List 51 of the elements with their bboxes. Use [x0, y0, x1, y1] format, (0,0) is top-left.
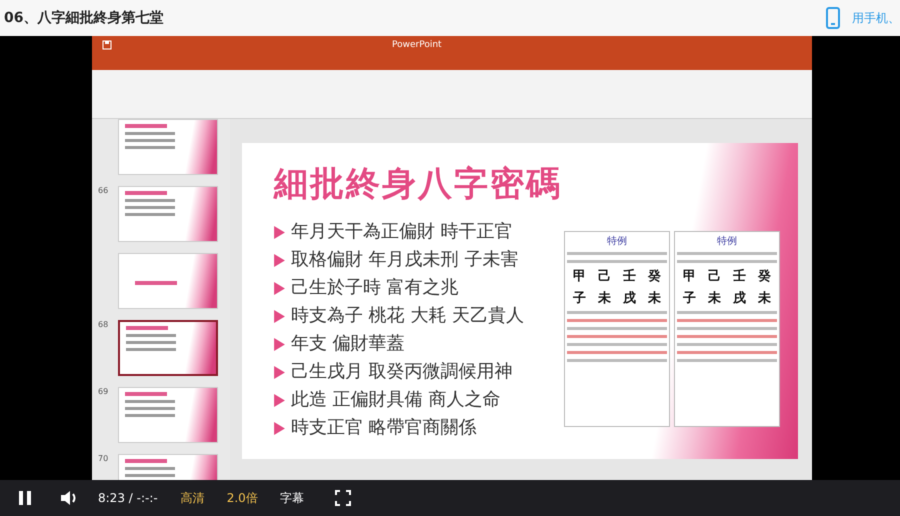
branch-character: 未 [708, 290, 721, 307]
bullet-text: 時支正官 略帶官商關係 [291, 417, 477, 439]
chart-label: 特例 [717, 234, 737, 248]
bullet-text: 取格偏財 年月戌未刑 子未害 [291, 249, 518, 271]
slide-number: 66 [98, 186, 110, 195]
slide-number: 69 [98, 387, 110, 396]
pause-icon[interactable] [18, 490, 32, 506]
stem-character: 癸 [648, 268, 661, 285]
stem-character: 壬 [623, 268, 636, 285]
bullet-icon [274, 310, 285, 322]
stem-character: 甲 [573, 268, 586, 285]
stem-character: 甲 [683, 268, 696, 285]
bullet-text: 年支 偏財華蓋 [291, 333, 405, 355]
bullet-text: 此造 正偏財具備 商人之命 [291, 389, 500, 411]
bullet-icon [274, 422, 285, 434]
stem-character: 壬 [733, 268, 746, 285]
stem-character: 癸 [758, 268, 771, 285]
slide-number: 68 [98, 320, 110, 329]
bullet-text: 時支為子 桃花 大耗 天乙貴人 [291, 305, 524, 327]
quality-button[interactable]: 高清 [170, 490, 216, 506]
phone-icon[interactable] [826, 7, 840, 29]
bullet-text: 己生於子時 富有之兆 [291, 277, 459, 299]
app-name: PowerPoint [392, 40, 442, 50]
branch-character: 未 [648, 290, 661, 307]
volume-icon[interactable] [60, 490, 78, 506]
branch-character: 戌 [733, 290, 746, 307]
bullet-icon [274, 282, 285, 294]
slide-thumbnail[interactable] [118, 320, 218, 376]
subtitle-button[interactable]: 字幕 [268, 490, 315, 506]
branch-character: 未 [758, 290, 771, 307]
bullet-icon [274, 254, 285, 266]
bullet-icon [274, 338, 285, 350]
branch-character: 子 [683, 290, 696, 307]
playback-time: 8:23 / -:-:- [98, 491, 158, 505]
video-title: 06、八字細批終身第七堂 [4, 9, 164, 27]
branch-character: 戌 [623, 290, 636, 307]
bullet-text: 年月天干為正偏財 時干正官 [291, 221, 513, 243]
fullscreen-icon[interactable] [334, 490, 351, 506]
slide-title: 細批終身八字密碼 [274, 163, 563, 206]
save-icon[interactable] [102, 40, 112, 50]
slide-number: 70 [98, 454, 110, 463]
bullet-icon [274, 366, 285, 378]
speed-button[interactable]: 2.0倍 [216, 490, 269, 506]
bullet-icon [274, 394, 285, 406]
chart-label: 特例 [607, 234, 627, 248]
bullet-text: 己生戌月 取癸丙微調候用神 [291, 361, 513, 383]
branch-character: 子 [573, 290, 586, 307]
stem-character: 己 [708, 268, 721, 285]
branch-character: 未 [598, 290, 611, 307]
bullet-icon [274, 226, 285, 238]
stem-character: 己 [598, 268, 611, 285]
